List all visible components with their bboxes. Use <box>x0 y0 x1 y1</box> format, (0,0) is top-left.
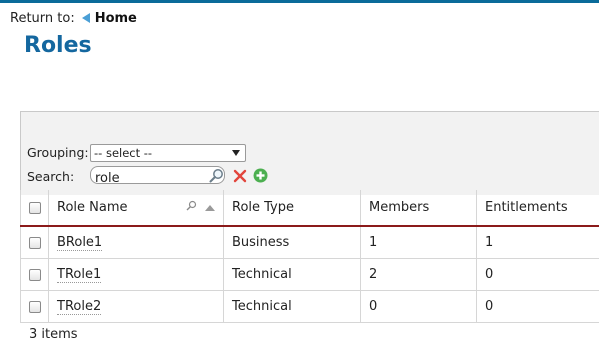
search-label: Search: <box>27 169 75 184</box>
sort-ascending-icon[interactable] <box>205 204 215 211</box>
chevron-down-icon <box>232 150 240 156</box>
top-accent-bar <box>0 0 599 3</box>
table-row: BRole1 Business 1 1 <box>20 226 599 259</box>
entitlements-cell: 1 <box>476 226 599 259</box>
role-name-cell: BRole1 <box>48 226 224 259</box>
table-row: TRole2 Technical 0 0 <box>20 290 599 323</box>
row-select-cell <box>20 290 49 323</box>
column-label: Role Name <box>57 200 128 215</box>
members-cell: 0 <box>360 290 477 323</box>
search-icon[interactable] <box>209 168 224 187</box>
column-header-role-name[interactable]: Role Name <box>48 190 224 227</box>
role-type-cell: Technical <box>223 290 361 323</box>
column-header-entitlements[interactable]: Entitlements <box>476 190 599 227</box>
breadcrumb-prefix: Return to: <box>10 11 75 26</box>
back-arrow-icon <box>81 13 90 23</box>
row-checkbox[interactable] <box>29 300 41 313</box>
role-type-cell: Business <box>223 226 361 259</box>
home-link[interactable]: Home <box>95 11 137 26</box>
select-all-checkbox[interactable] <box>29 201 41 214</box>
column-header-role-type[interactable]: Role Type <box>223 190 361 227</box>
column-header-members[interactable]: Members <box>360 190 477 227</box>
members-cell: 2 <box>360 258 477 291</box>
breadcrumb: Return to: Home <box>10 11 137 26</box>
grouping-select-value: -- select -- <box>94 146 153 160</box>
clear-icon[interactable] <box>233 168 247 187</box>
entitlements-cell: 0 <box>476 258 599 291</box>
entitlements-cell: 0 <box>476 290 599 323</box>
role-name-link[interactable]: BRole1 <box>57 235 103 251</box>
grouping-select[interactable]: -- select -- <box>90 144 246 162</box>
role-type-cell: Technical <box>223 258 361 291</box>
search-input[interactable] <box>91 170 205 187</box>
role-name-cell: TRole1 <box>48 258 224 291</box>
table-row: TRole1 Technical 2 0 <box>20 258 599 291</box>
row-select-cell <box>20 258 49 291</box>
column-filter-icon[interactable] <box>186 200 197 215</box>
search-box <box>90 166 225 187</box>
row-checkbox[interactable] <box>29 268 41 281</box>
select-all-cell <box>20 190 49 227</box>
role-name-link[interactable]: TRole2 <box>57 299 102 315</box>
filter-panel: Grouping: -- select -- Search: <box>20 111 599 195</box>
role-name-cell: TRole2 <box>48 290 224 323</box>
grouping-label: Grouping: <box>27 145 89 160</box>
row-select-cell <box>20 226 49 259</box>
row-checkbox[interactable] <box>29 236 41 249</box>
page-title: Roles <box>24 33 92 58</box>
add-icon[interactable] <box>253 168 268 187</box>
item-count: 3 items <box>29 327 78 342</box>
roles-table: Role Name Role Type Members Entitlements… <box>20 190 599 323</box>
table-header-row: Role Name Role Type Members Entitlements <box>20 190 599 227</box>
members-cell: 1 <box>360 226 477 259</box>
role-name-link[interactable]: TRole1 <box>57 267 102 283</box>
